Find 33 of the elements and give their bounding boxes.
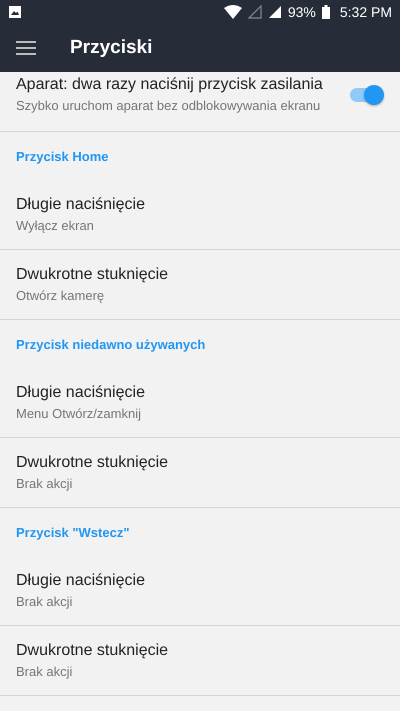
settings-item[interactable]: Dwukrotne stuknięcie Brak akcji (0, 438, 400, 508)
setting-value: Brak akcji (16, 474, 74, 492)
setting-value: Menu Otwórz/zamknij (16, 404, 142, 422)
setting-value: Brak akcji (16, 662, 74, 680)
clock: 5:32 PM (340, 4, 392, 20)
settings-item[interactable]: Dwukrotne stuknięcie Otwórz kamerę (0, 250, 400, 320)
setting-value: Otwórz kamerę (16, 286, 106, 304)
settings-item[interactable]: Dwukrotne stuknięcie Brak akcji (0, 626, 400, 696)
setting-description: Szybko uruchom aparat bez odblokowywania ekranu (16, 96, 322, 114)
section-header: Przycisk Home (16, 148, 108, 164)
setting-title: Długie naciśnięcie (16, 384, 146, 402)
screen-title: Przyciski (70, 37, 152, 59)
battery-icon (322, 5, 330, 19)
image-icon (8, 5, 22, 19)
settings-item[interactable]: Długie naciśnięcie Brak akcji (0, 556, 400, 626)
signal-icon (248, 5, 262, 19)
setting-value: Brak akcji (16, 592, 74, 610)
setting-title: Aparat: dwa razy naciśnij przycisk zasilania (16, 76, 324, 94)
settings-item[interactable]: Długie naciśnięcie Menu Otwórz/zamknij (0, 368, 400, 438)
wifi-icon (224, 5, 242, 19)
setting-title: Dwukrotne stuknięcie (16, 642, 170, 660)
setting-title: Dwukrotne stuknięcie (16, 454, 170, 472)
section-header: Przycisk "Wstecz" (16, 524, 130, 540)
section-header: Przycisk niedawno używanych (16, 336, 206, 352)
menu-icon[interactable] (16, 41, 36, 55)
signal-icon (268, 5, 282, 19)
setting-title: Długie naciśnięcie (16, 572, 146, 590)
battery-percent: 93% (288, 4, 316, 20)
setting-value: Wyłącz ekran (16, 216, 95, 234)
toggle-switch[interactable] (350, 88, 384, 102)
setting-title: Dwukrotne stuknięcie (16, 266, 170, 284)
setting-title: Długie naciśnięcie (16, 196, 146, 214)
settings-item[interactable]: Długie naciśnięcie Wyłącz ekran (0, 180, 400, 250)
